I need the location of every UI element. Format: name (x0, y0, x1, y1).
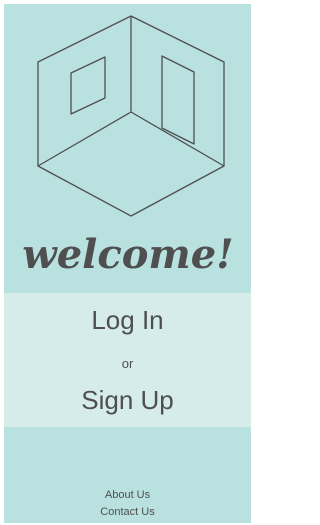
about-us-link[interactable]: About Us (4, 489, 251, 501)
welcome-text: welcome! (22, 231, 233, 278)
isometric-room-icon (37, 15, 225, 217)
login-button[interactable]: Log In (4, 305, 251, 336)
signup-button[interactable]: Sign Up (4, 385, 251, 416)
welcome-heading: welcome! (22, 231, 233, 278)
app-screen: welcome! Log In or Sign Up About Us Cont… (4, 4, 251, 523)
contact-us-link[interactable]: Contact Us (4, 506, 251, 518)
auth-panel: Log In or Sign Up (4, 293, 251, 427)
or-separator: or (121, 356, 134, 371)
